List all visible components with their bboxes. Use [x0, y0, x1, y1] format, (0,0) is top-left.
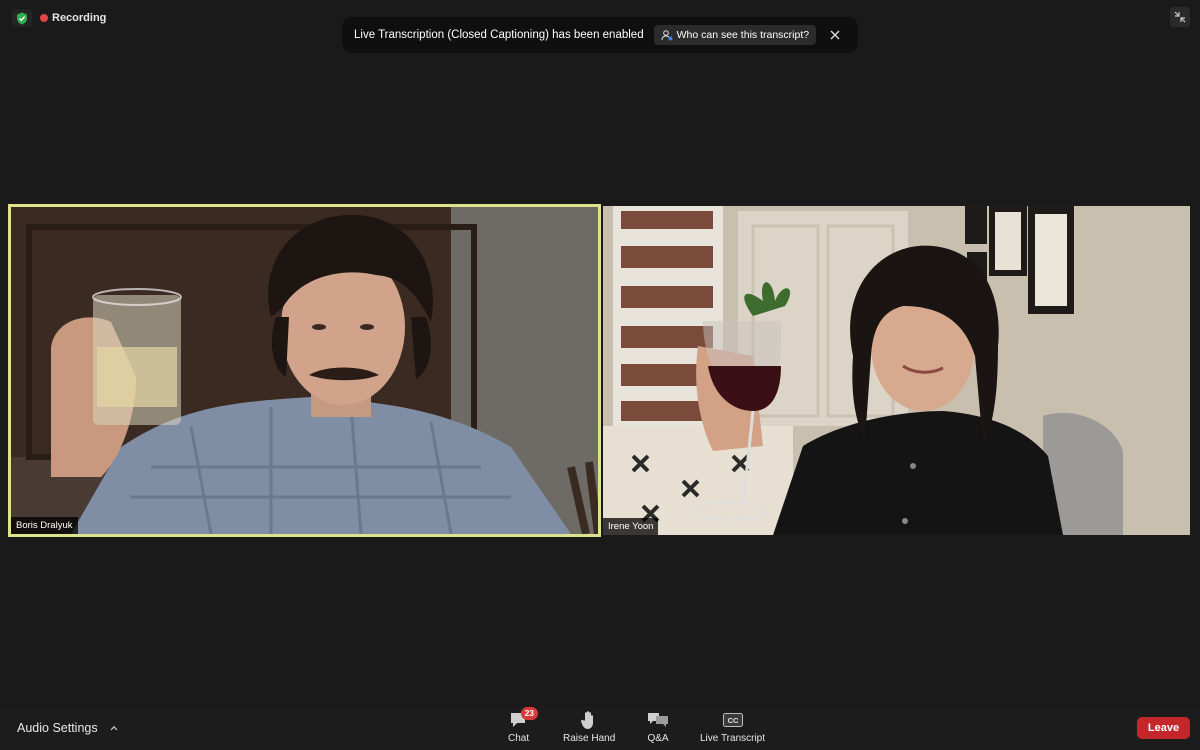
recording-indicator[interactable]: Recording — [40, 12, 106, 24]
shield-check-icon[interactable] — [12, 9, 32, 27]
qa-label: Q&A — [647, 733, 669, 744]
chat-label: Chat — [508, 733, 530, 744]
video-tile-participant[interactable]: Irene Yoon — [603, 206, 1190, 535]
participant-video-feed — [603, 206, 1190, 535]
audio-settings-label: Audio Settings — [17, 721, 98, 735]
live-transcript-button[interactable]: CC Live Transcript — [700, 710, 765, 744]
recording-label: Recording — [52, 12, 107, 24]
meeting-toolbar: Audio Settings 23 Chat Raise Hand Q&A CC… — [0, 706, 1200, 750]
banner-message: Live Transcription (Closed Captioning) h… — [354, 29, 644, 41]
raise-hand-icon — [580, 710, 598, 730]
close-icon — [830, 30, 840, 40]
qa-button[interactable]: Q&A — [647, 710, 669, 744]
chat-icon: 23 — [509, 707, 539, 730]
audio-settings-button[interactable]: Audio Settings — [17, 721, 118, 735]
closed-caption-icon: CC — [722, 710, 743, 730]
qa-icon — [647, 710, 669, 730]
participant-name-tag: Irene Yoon — [603, 518, 659, 535]
who-can-see-transcript-button[interactable]: Who can see this transcript? — [653, 25, 817, 45]
chat-button[interactable]: 23 Chat — [508, 707, 539, 744]
exit-fullscreen-icon — [1174, 11, 1186, 23]
recording-dot-icon — [40, 14, 48, 22]
live-transcript-label: Live Transcript — [700, 733, 766, 744]
raise-hand-button[interactable]: Raise Hand — [563, 710, 615, 744]
cc-text: CC — [727, 716, 738, 725]
raise-hand-label: Raise Hand — [563, 733, 616, 744]
participant-video-feed — [11, 207, 598, 534]
leave-button[interactable]: Leave — [1137, 717, 1190, 739]
banner-close-button[interactable] — [828, 28, 842, 42]
video-tile-active-speaker[interactable]: Boris Dralyuk — [8, 204, 601, 537]
who-button-label: Who can see this transcript? — [676, 29, 810, 41]
exit-fullscreen-button[interactable] — [1170, 7, 1190, 27]
meeting-status: Recording — [12, 9, 106, 27]
participant-name-tag: Boris Dralyuk — [11, 517, 78, 534]
transcription-banner: Live Transcription (Closed Captioning) h… — [342, 17, 858, 53]
chevron-up-icon[interactable] — [110, 725, 118, 731]
chat-unread-badge: 23 — [520, 707, 539, 720]
user-visibility-icon — [661, 30, 673, 41]
